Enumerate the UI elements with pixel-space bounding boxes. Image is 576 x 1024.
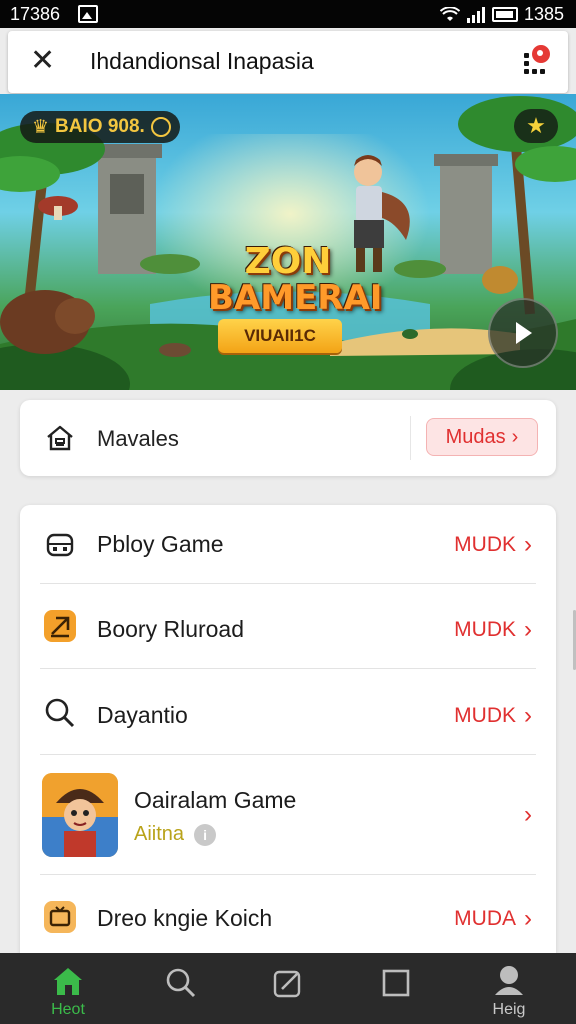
list-item-subtitle: Aiitna i bbox=[134, 823, 217, 846]
chevron-right-icon: › bbox=[524, 702, 532, 729]
list-item[interactable]: Dreo kngie Koich MUDA › bbox=[20, 875, 556, 959]
favorites-label: Mavales bbox=[97, 426, 179, 451]
list-item-label: Dayantio bbox=[97, 702, 188, 728]
list-item-tag: MUDK › bbox=[454, 616, 532, 644]
chevron-right-icon: › bbox=[524, 616, 532, 643]
tag-text: MUDK bbox=[454, 618, 516, 641]
close-icon[interactable]: ✕ bbox=[30, 45, 55, 77]
tv-icon bbox=[44, 901, 76, 933]
list-item[interactable]: Pbloy Game MUDK › bbox=[20, 505, 556, 584]
list-item[interactable]: Oairalam Game Aiitna i › bbox=[20, 755, 556, 875]
coin-balance[interactable]: ♛ BAIO 908. bbox=[20, 111, 180, 143]
list-item-label: Boory Rluroad bbox=[97, 616, 245, 642]
star-button[interactable]: ★ bbox=[514, 109, 558, 143]
download-icon bbox=[44, 610, 76, 642]
game-thumbnail bbox=[42, 773, 118, 857]
game-logo: ZON BAMERAI bbox=[208, 241, 383, 318]
menu-list-card: Pbloy Game MUDK › Boory Rluroad MUDK › Day… bbox=[20, 505, 556, 965]
nav-profile-label: Heig bbox=[492, 1001, 526, 1018]
crown-icon: ♛ bbox=[32, 116, 50, 138]
list-item-label: Pbloy Game bbox=[97, 531, 224, 557]
more-menu-button[interactable] bbox=[518, 43, 552, 79]
chevron-right-icon: › bbox=[524, 531, 532, 558]
list-item-label: Oairalam Game bbox=[134, 787, 297, 813]
status-right-time: 1385 bbox=[523, 4, 564, 24]
header-title[interactable]: Ihdandionsal Inapasia bbox=[90, 48, 314, 75]
search-icon bbox=[166, 968, 196, 998]
status-bar: 17386 1385 bbox=[0, 0, 576, 28]
favorites-card[interactable]: Mavales Mudas › bbox=[20, 400, 556, 476]
list-item[interactable]: Boory Rluroad MUDK › bbox=[20, 584, 556, 669]
coin-icon bbox=[150, 117, 171, 137]
game-title-line2: BAMERAI bbox=[208, 278, 383, 318]
chevron-right-icon: › bbox=[524, 801, 532, 828]
nav-edit[interactable] bbox=[248, 953, 328, 1024]
tag-text: MUDK bbox=[454, 533, 516, 556]
list-item-tag: › bbox=[524, 801, 532, 829]
tag-text: MUDK bbox=[454, 704, 516, 727]
search-icon bbox=[45, 698, 75, 728]
list-item-tag: MUDK › bbox=[454, 702, 532, 730]
favorites-action-label: Mudas bbox=[445, 425, 506, 448]
chevron-right-icon: › bbox=[511, 425, 519, 448]
home-icon bbox=[47, 425, 73, 451]
tag-text: MUDA bbox=[454, 907, 516, 930]
status-time: 17386 bbox=[10, 4, 61, 24]
search-header: ✕ Ihdandionsal Inapasia bbox=[8, 31, 568, 93]
console-icon bbox=[46, 533, 74, 557]
battery-icon bbox=[491, 7, 518, 22]
list-item-tag: MUDK › bbox=[454, 531, 532, 559]
chevron-right-icon: › bbox=[524, 905, 532, 932]
subtitle-text: Aiitna bbox=[134, 823, 185, 845]
home-icon bbox=[54, 968, 82, 995]
image-notification-icon bbox=[78, 5, 98, 23]
nav-library[interactable] bbox=[356, 953, 436, 1024]
signal-icon bbox=[466, 6, 485, 23]
nav-search[interactable] bbox=[141, 953, 221, 1024]
nav-profile[interactable]: Heig bbox=[469, 953, 549, 1024]
info-icon[interactable]: i bbox=[194, 823, 217, 846]
nav-home-label: Heot bbox=[51, 1001, 85, 1018]
coin-amount: BAIO 908. bbox=[55, 116, 145, 137]
square-icon bbox=[382, 969, 410, 997]
game-title-line1: ZON bbox=[244, 241, 332, 282]
list-item[interactable]: Dayantio MUDK › bbox=[20, 669, 556, 755]
list-item-label: Dreo kngie Koich bbox=[97, 905, 273, 931]
play-icon[interactable] bbox=[488, 298, 558, 368]
notification-badge bbox=[530, 43, 552, 65]
game-banner[interactable]: ♛ BAIO 908. ★ ZON BAMERAI VIUAII1C bbox=[0, 94, 576, 390]
bottom-navigation: Heot Heig bbox=[0, 953, 576, 1024]
play-now-button[interactable]: VIUAII1C bbox=[218, 319, 342, 353]
divider bbox=[410, 416, 411, 460]
wifi-icon bbox=[439, 6, 460, 21]
list-item-tag: MUDA › bbox=[454, 905, 532, 933]
status-right: 1385 bbox=[439, 4, 564, 25]
star-icon: ★ bbox=[526, 113, 546, 138]
nav-home[interactable]: Heot bbox=[28, 953, 108, 1024]
profile-icon bbox=[495, 966, 523, 995]
edit-icon bbox=[273, 970, 301, 998]
favorites-more-button[interactable]: Mudas › bbox=[426, 418, 538, 456]
